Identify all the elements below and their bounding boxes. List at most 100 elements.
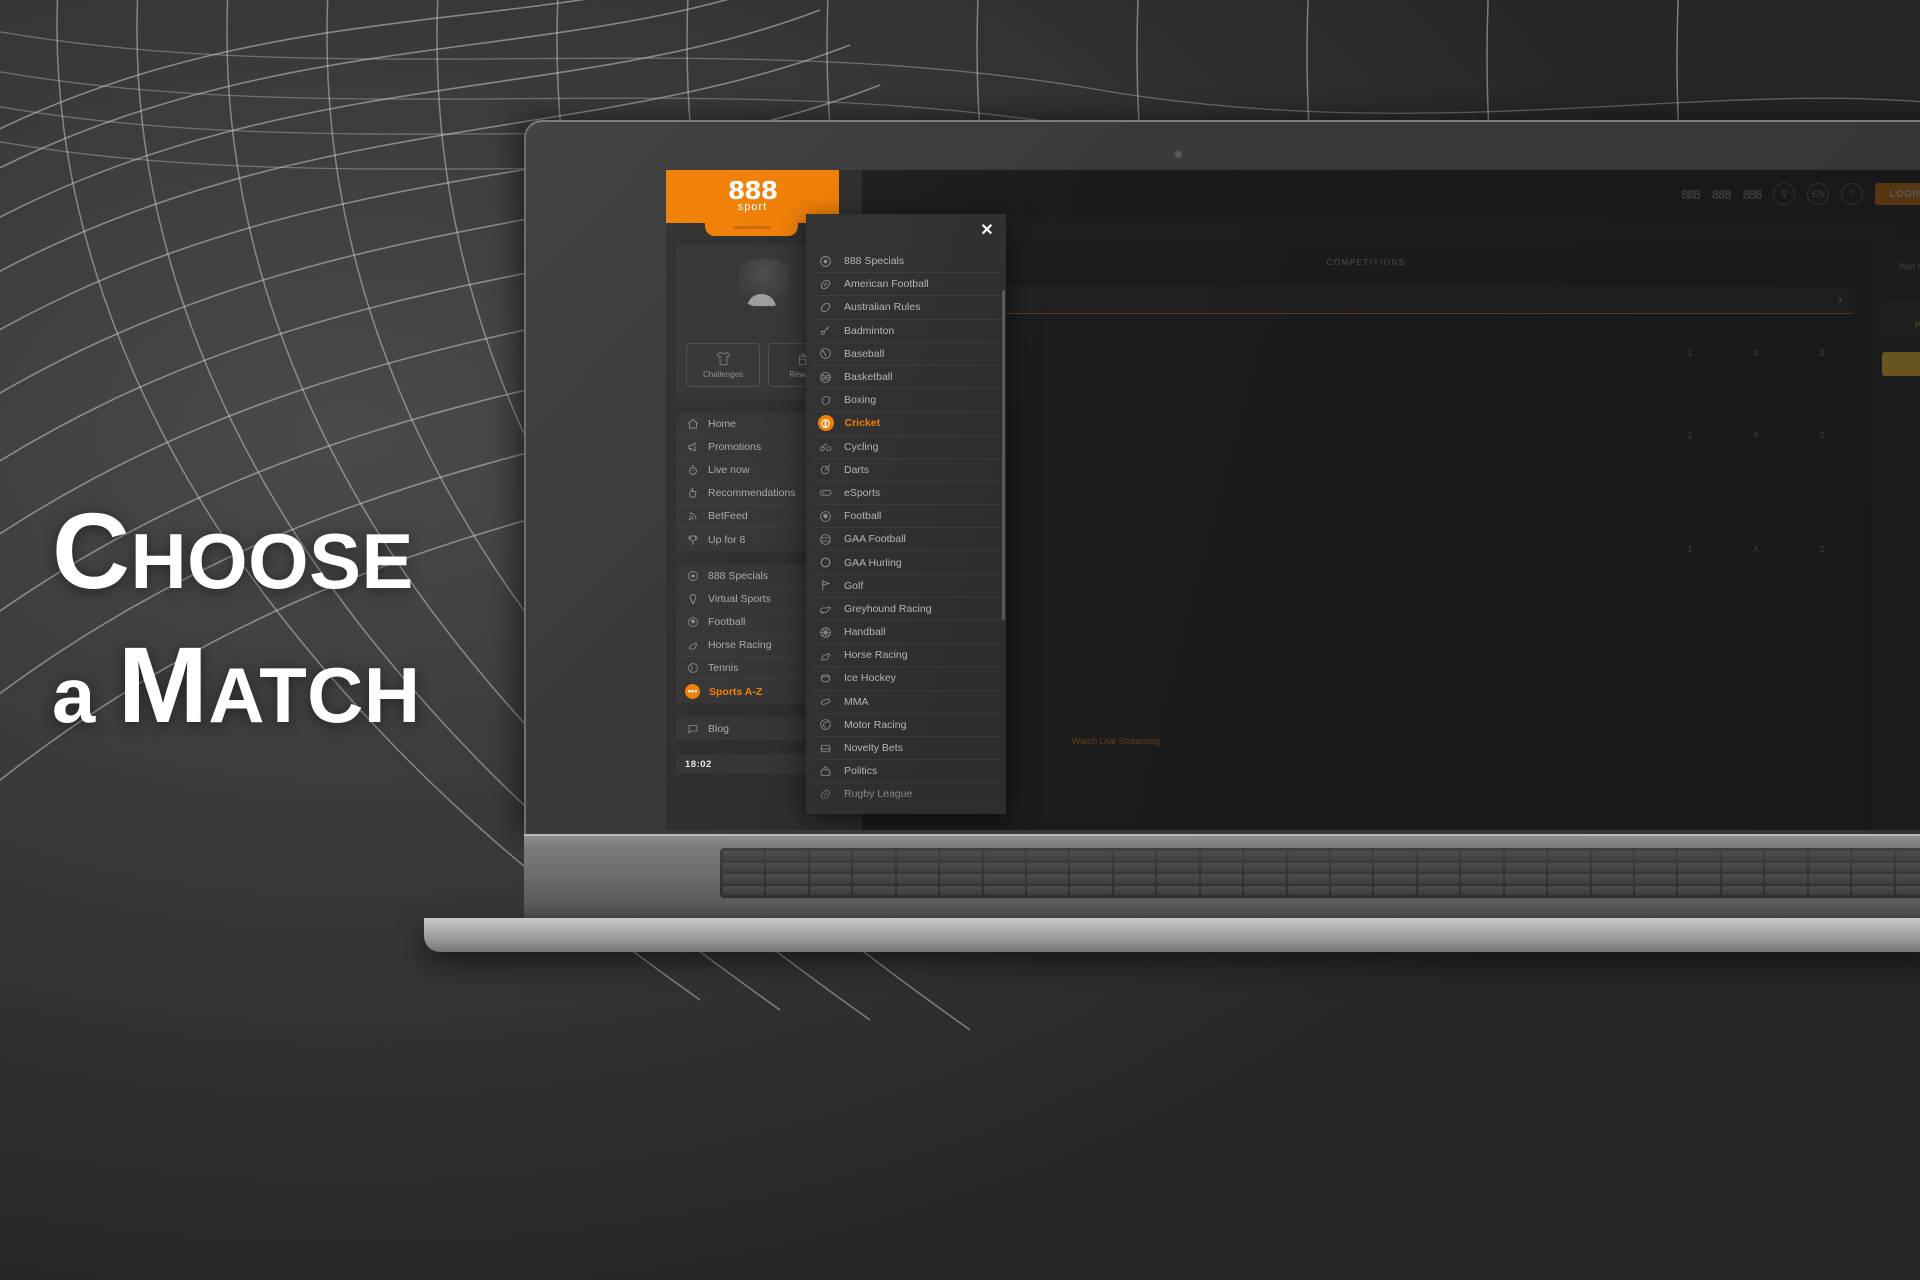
keyboard-key bbox=[1765, 874, 1807, 884]
az-item-politics[interactable]: Politics bbox=[814, 760, 1000, 784]
keyboard-key bbox=[1678, 862, 1720, 872]
keyboard-key bbox=[1808, 862, 1851, 872]
az-item-ice-hockey[interactable]: Ice Hockey bbox=[814, 667, 1000, 691]
az-item-badminton[interactable]: Badminton bbox=[814, 320, 1000, 343]
az-item-basketball[interactable]: Basketball bbox=[814, 366, 1000, 390]
language-selector[interactable]: EN bbox=[1807, 183, 1830, 205]
az-item-label: Horse Racing bbox=[844, 649, 908, 662]
keyboard-key bbox=[940, 851, 982, 861]
keyboard-key bbox=[1244, 862, 1286, 872]
keyboard-key bbox=[1070, 851, 1112, 861]
az-item-label: eSports bbox=[844, 486, 881, 499]
az-item-novelty-bets[interactable]: Novelty Bets bbox=[814, 737, 1000, 761]
az-item-label: American Football bbox=[844, 278, 929, 291]
keyboard-key bbox=[1852, 851, 1894, 861]
keyboard-key bbox=[1026, 885, 1069, 895]
odds-value-row[interactable] bbox=[1642, 562, 1852, 572]
az-item-cricket[interactable]: Cricket bbox=[814, 412, 1000, 436]
keyboard-key bbox=[1808, 885, 1851, 895]
keyboard-key bbox=[1330, 851, 1373, 861]
live-matches-row[interactable]: 2 LIVE Matches › bbox=[878, 286, 1854, 314]
keyboard-key bbox=[1287, 862, 1329, 872]
keyboard-key bbox=[809, 851, 852, 861]
az-item-gaa-hurling[interactable]: GAA Hurling bbox=[814, 551, 1000, 575]
az-item-darts[interactable]: Darts bbox=[814, 459, 1000, 482]
az-item-888-specials[interactable]: 888 Specials bbox=[814, 250, 1000, 274]
laptop-mockup: 888 888 888 ⚲ EN ? LOGIN JOIN NOW INFO M… bbox=[424, 120, 1920, 952]
betslip-login-button[interactable]: LOGIN ➤ bbox=[1882, 351, 1920, 376]
chat-icon bbox=[686, 722, 699, 735]
keyboard-key bbox=[1113, 862, 1156, 872]
az-item-rugby-league[interactable]: Rugby League bbox=[814, 783, 1000, 807]
thumbs-up-icon bbox=[686, 487, 699, 500]
megaphone-icon bbox=[686, 441, 699, 454]
keyboard-key bbox=[1895, 874, 1920, 884]
keyboard-key bbox=[1417, 862, 1460, 872]
keyboard-key bbox=[1591, 874, 1633, 884]
keyboard-key bbox=[1157, 885, 1199, 895]
keyboard-key bbox=[983, 885, 1025, 895]
keyboard-key bbox=[1113, 874, 1156, 884]
keyboard-key bbox=[1374, 862, 1416, 872]
az-item-esports[interactable]: eSports bbox=[814, 482, 1000, 506]
politics-icon bbox=[818, 764, 833, 779]
az-item-rugby-union[interactable]: Rugby Union bbox=[814, 807, 1000, 814]
keyboard-key bbox=[1808, 851, 1851, 861]
close-icon[interactable]: ✕ bbox=[978, 222, 996, 240]
topbar-logo-1: 888 bbox=[1681, 186, 1701, 202]
challenges-button[interactable]: Challenges bbox=[686, 343, 760, 387]
keyboard-key bbox=[809, 874, 852, 884]
az-item-australian-rules[interactable]: Australian Rules bbox=[814, 296, 1000, 320]
avatar[interactable] bbox=[740, 259, 788, 307]
keyboard-key bbox=[1765, 885, 1807, 895]
az-item-american-football[interactable]: American Football bbox=[814, 273, 1000, 297]
az-item-football[interactable]: Football bbox=[814, 505, 1000, 529]
az-item-horse-racing[interactable]: Horse Racing bbox=[814, 644, 1000, 668]
keyboard-key bbox=[1287, 874, 1329, 884]
keyboard-key bbox=[1634, 862, 1677, 872]
keyboard-key bbox=[853, 885, 895, 895]
chevron-right-icon[interactable]: › bbox=[1838, 294, 1842, 306]
rss-icon bbox=[686, 510, 699, 523]
az-item-baseball[interactable]: Baseball bbox=[814, 343, 1000, 366]
az-item-golf[interactable]: Golf bbox=[814, 575, 1000, 598]
az-item-motor-racing[interactable]: Motor Racing bbox=[814, 714, 1000, 737]
laptop-base bbox=[424, 834, 1920, 952]
tennis-icon bbox=[686, 662, 699, 675]
az-item-handball[interactable]: Handball bbox=[814, 621, 1000, 645]
keyboard-key bbox=[1026, 874, 1069, 884]
live-streaming-link[interactable]: Watch Live Streaming bbox=[1072, 736, 1160, 746]
keyboard-key bbox=[1895, 851, 1920, 861]
rugby-league-icon bbox=[818, 787, 833, 802]
odds-header-row: 1 X 2 bbox=[1642, 544, 1852, 554]
target-icon bbox=[818, 254, 833, 269]
az-item-cycling[interactable]: Cycling bbox=[814, 436, 1000, 459]
keyboard-key bbox=[1070, 874, 1112, 884]
az-item-label: Australian Rules bbox=[844, 301, 921, 314]
help-icon[interactable]: ? bbox=[1841, 183, 1864, 205]
keyboard-key bbox=[940, 862, 982, 872]
az-item-boxing[interactable]: Boxing bbox=[814, 389, 1000, 413]
keyboard-key bbox=[1721, 885, 1764, 895]
modal-scrollbar[interactable] bbox=[1002, 290, 1005, 620]
az-item-mma[interactable]: MMA bbox=[814, 691, 1000, 714]
baseball-icon bbox=[818, 346, 833, 361]
sidebar-item-label: Tennis bbox=[708, 662, 739, 674]
keyboard-key bbox=[1287, 851, 1329, 861]
keyboard-key bbox=[1852, 874, 1894, 884]
search-icon[interactable]: ⚲ bbox=[1773, 183, 1796, 205]
az-item-label: GAA Football bbox=[844, 533, 906, 546]
keyboard-key bbox=[1895, 885, 1920, 895]
keyboard-key bbox=[1678, 874, 1720, 884]
sports-a-z-list[interactable]: 888 Specials American Football Australia… bbox=[806, 250, 1006, 814]
az-item-gaa-football[interactable]: GAA Football bbox=[814, 528, 1000, 552]
keyboard-key bbox=[1244, 874, 1286, 884]
aussie-rules-icon bbox=[818, 300, 833, 315]
login-button[interactable]: LOGIN bbox=[1875, 183, 1920, 205]
az-item-greyhound-racing[interactable]: Greyhound Racing bbox=[814, 598, 1000, 621]
sidebar-item-label: Recommendations bbox=[708, 487, 796, 499]
sidebar-item-label: Promotions bbox=[708, 441, 762, 453]
keyboard-key bbox=[1200, 885, 1243, 895]
odds-value-row[interactable] bbox=[1642, 448, 1852, 458]
odds-value-row[interactable] bbox=[1642, 366, 1852, 376]
